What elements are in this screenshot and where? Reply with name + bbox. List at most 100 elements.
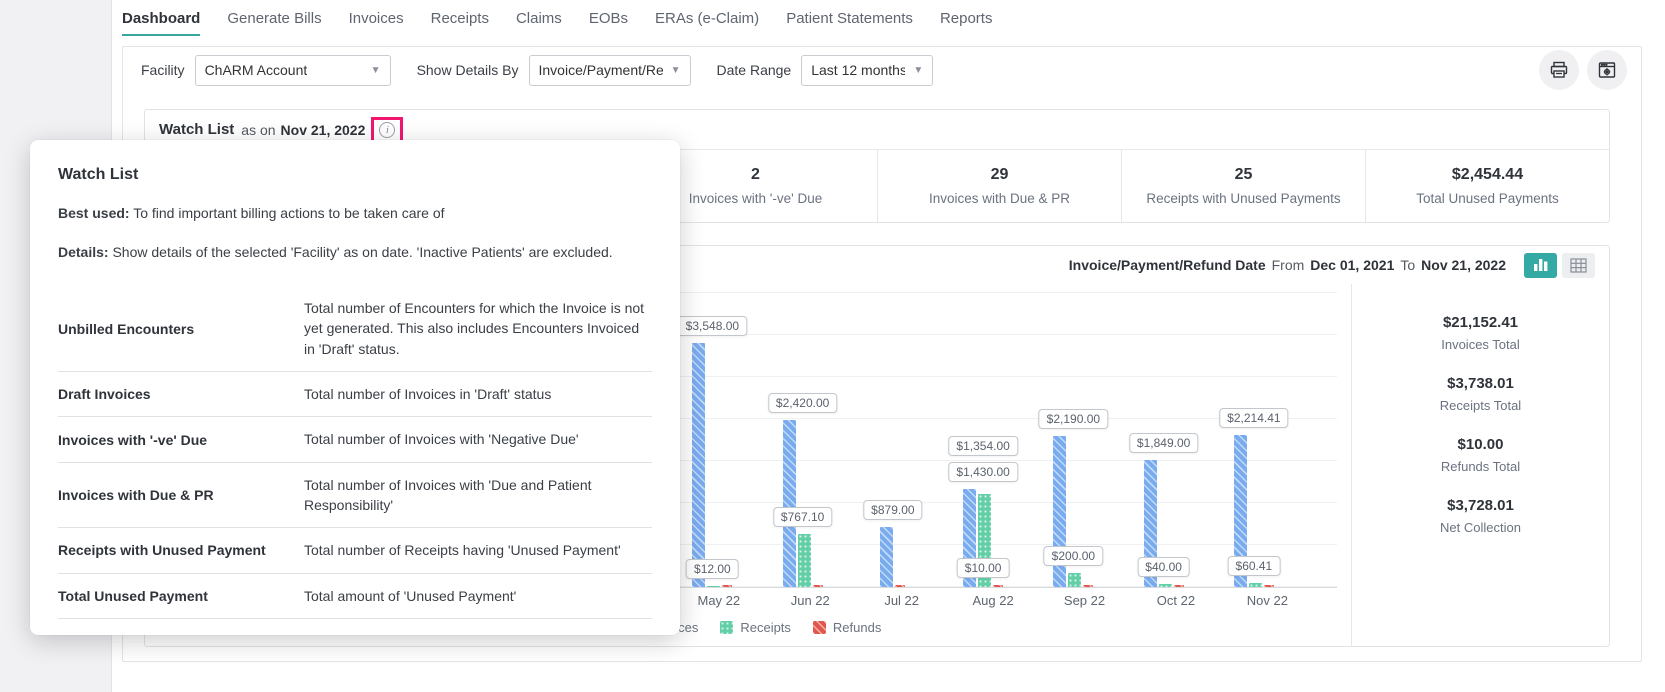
facility-label: Facility: [141, 62, 185, 78]
invoices-value-label: $3,548.00: [678, 316, 747, 336]
refunds-bar[interactable]: [1264, 585, 1274, 587]
month-slot: $879.00: [848, 292, 938, 587]
stat-label: Receipts with Unused Payments: [1146, 191, 1340, 206]
popover-description: Total number of Invoices in 'Draft' stat…: [304, 384, 652, 404]
chart-from-date: Dec 01, 2021: [1310, 257, 1394, 273]
details-text: Show details of the selected 'Facility' …: [112, 244, 612, 260]
best-used-text: To find important billing actions to be …: [133, 205, 444, 221]
popover-term: Receipts with Unused Payment: [58, 542, 290, 558]
show-details-by-label: Show Details By: [417, 62, 519, 78]
invoices-bar[interactable]: [880, 527, 893, 588]
chevron-down-icon: ▼: [671, 65, 681, 76]
chevron-down-icon: ▼: [913, 65, 923, 76]
month-slot: $2,420.00 $767.10: [758, 292, 848, 587]
receipts-bar[interactable]: [798, 534, 811, 587]
refunds-bar[interactable]: [993, 585, 1003, 587]
chevron-down-icon: ▼: [371, 65, 381, 76]
summary-label: Receipts Total: [1352, 398, 1609, 413]
chart-to-date: Nov 21, 2022: [1421, 257, 1506, 273]
refunds-bar[interactable]: [1083, 585, 1093, 587]
invoices-value-label: $1,430.00: [948, 462, 1017, 482]
receipts-bar[interactable]: [1068, 573, 1081, 587]
refunds-bar[interactable]: [1174, 585, 1184, 587]
legend-item-refunds: Refunds: [813, 620, 881, 635]
stat-total-unused-payments: $2,454.44 Total Unused Payments: [1365, 150, 1609, 222]
popover-term: Invoices with '-ve' Due: [58, 432, 290, 448]
month-slot: $1,849.00$40.00: [1119, 292, 1209, 587]
refunds-bar[interactable]: [813, 585, 823, 587]
receipts-value-label: $1,354.00: [948, 436, 1017, 456]
tab-eras-e-claim[interactable]: ERAs (e-Claim): [655, 10, 759, 36]
x-tick-label: Oct 22: [1130, 593, 1221, 608]
stat-value: 25: [1235, 166, 1253, 184]
printer-icon: [1549, 60, 1569, 80]
summary-label: Net Collection: [1352, 520, 1609, 535]
as-on-date: Nov 21, 2022: [281, 122, 366, 138]
month-slot: $2,214.41$60.41: [1209, 292, 1299, 587]
filter-toolbar: Facility ChARM Account ▼ Show Details By…: [123, 47, 1641, 93]
refunds-bar[interactable]: [895, 585, 905, 587]
show-details-by-select[interactable]: Invoice/Payment/Refund ▼: [529, 55, 691, 86]
legend-label: Refunds: [833, 620, 881, 635]
summary-value: $21,152.41: [1352, 314, 1609, 331]
stat-label: Total Unused Payments: [1416, 191, 1559, 206]
chart-view-button[interactable]: [1524, 253, 1557, 278]
stat-value: $2,454.44: [1452, 166, 1523, 184]
popover-row-invoices-with-due-pr: Invoices with Due & PRTotal number of In…: [58, 463, 652, 529]
facility-select[interactable]: ChARM Account ▼: [195, 55, 391, 86]
summary-label: Invoices Total: [1352, 337, 1609, 352]
x-tick-label: Nov 22: [1222, 593, 1313, 608]
tab-claims[interactable]: Claims: [516, 10, 562, 36]
x-tick-label: Jul 22: [856, 593, 947, 608]
facility-select-value: ChARM Account: [205, 62, 308, 78]
stat-value: 29: [991, 166, 1009, 184]
popover-row-total-unused-payment: Total Unused PaymentTotal amount of 'Unu…: [58, 574, 652, 619]
receipts-bar[interactable]: [1159, 584, 1172, 587]
watch-list-info-popover: Watch List Best used: To find important …: [30, 140, 680, 635]
tab-eobs[interactable]: EOBs: [589, 10, 628, 36]
month-slot: $3,548.00$12.00: [667, 292, 757, 587]
stat-label: Invoices with '-ve' Due: [689, 191, 822, 206]
best-used-label: Best used:: [58, 205, 130, 221]
popover-row-unbilled-encounters: Unbilled EncountersTotal number of Encou…: [58, 286, 652, 372]
summary-value: $10.00: [1352, 436, 1609, 453]
summary-net-collection: $3,728.01 Net Collection: [1352, 497, 1609, 535]
legend-label: Receipts: [740, 620, 791, 635]
stat-value: 2: [751, 166, 760, 184]
widget-settings-button[interactable]: [1587, 50, 1627, 90]
tab-patient-statements[interactable]: Patient Statements: [786, 10, 913, 36]
tab-reports[interactable]: Reports: [940, 10, 993, 36]
tab-receipts[interactable]: Receipts: [431, 10, 489, 36]
receipts-bar[interactable]: [707, 586, 720, 587]
invoices-bar[interactable]: [692, 343, 705, 587]
receipts-swatch-icon: [720, 621, 733, 634]
refunds-bar[interactable]: [722, 585, 732, 587]
invoices-value-label: $2,214.41: [1219, 408, 1288, 428]
x-tick-label: May 22: [673, 593, 764, 608]
popover-description: Total number of Receipts having 'Unused …: [304, 540, 652, 560]
totals-summary-panel: $21,152.41 Invoices Total $3,738.01 Receipt…: [1351, 284, 1609, 646]
summary-refunds-total: $10.00 Refunds Total: [1352, 436, 1609, 474]
receipts-value-label: $767.10: [773, 507, 832, 527]
receipts-bar[interactable]: [1249, 583, 1262, 587]
as-on-label: as on: [241, 122, 275, 138]
summary-label: Refunds Total: [1352, 459, 1609, 474]
table-view-button[interactable]: [1562, 253, 1595, 278]
summary-value: $3,728.01: [1352, 497, 1609, 514]
invoices-value-label: $2,420.00: [768, 393, 837, 413]
bar-chart-icon: [1533, 258, 1549, 272]
billing-nav-tabs: Dashboard Generate Bills Invoices Receipts C…: [122, 10, 992, 36]
info-icon[interactable]: i: [379, 122, 395, 138]
chart-to-label: To: [1398, 257, 1417, 273]
print-button[interactable]: [1539, 50, 1579, 90]
summary-value: $3,738.01: [1352, 375, 1609, 392]
tab-invoices[interactable]: Invoices: [349, 10, 404, 36]
x-tick-label: Aug 22: [947, 593, 1038, 608]
tab-generate-bills[interactable]: Generate Bills: [227, 10, 321, 36]
refunds-value-label: $10.00: [957, 558, 1010, 578]
date-range-select[interactable]: Last 12 months ▼: [801, 55, 933, 86]
bar-group: [758, 420, 848, 587]
tab-dashboard[interactable]: Dashboard: [122, 10, 200, 36]
popover-term: Invoices with Due & PR: [58, 487, 290, 503]
invoices-bar[interactable]: [783, 420, 796, 587]
